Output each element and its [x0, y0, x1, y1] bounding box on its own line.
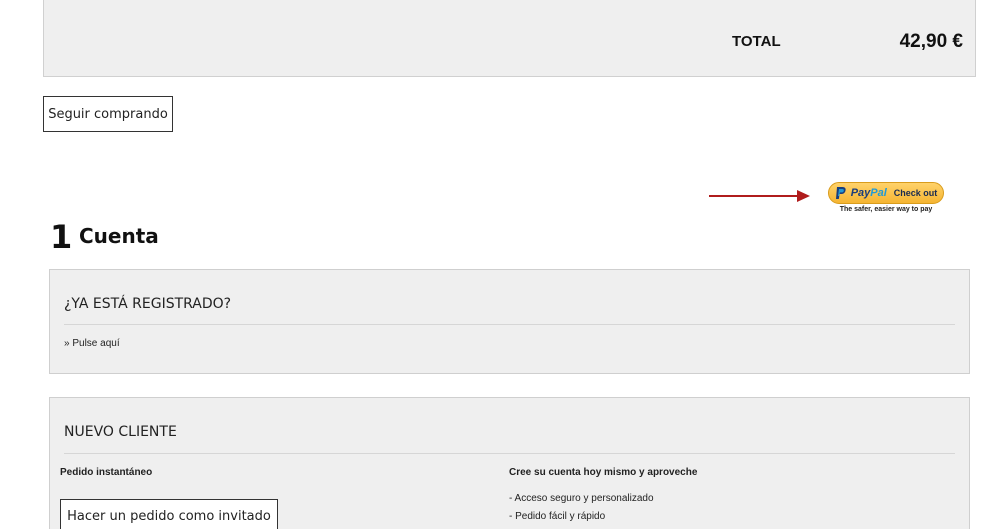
- registered-panel: ¿YA ESTÁ REGISTRADO? » Pulse aquí: [49, 269, 970, 374]
- benefits-list: - Acceso seguro y personalizado - Pedido…: [509, 492, 654, 528]
- instant-order-title: Pedido instantáneo: [60, 467, 153, 478]
- paypal-logo-icon: [835, 186, 846, 199]
- paypal-checkout-label: Check out: [893, 188, 938, 198]
- guest-order-button[interactable]: Hacer un pedido como invitado: [60, 499, 278, 529]
- divider: [64, 324, 955, 325]
- list-item: - Acceso seguro y personalizado: [509, 493, 654, 504]
- create-account-title: Cree su cuenta hoy mismo y aproveche: [509, 467, 698, 478]
- paypal-wordmark: PayPal: [851, 187, 887, 199]
- step-number: 1: [50, 218, 72, 256]
- login-link[interactable]: » Pulse aquí: [64, 338, 120, 349]
- paypal-wordmark-pay: Pay: [850, 187, 871, 199]
- divider: [64, 453, 955, 454]
- total-value: 42,90 €: [899, 31, 963, 52]
- new-customer-panel: NUEVO CLIENTE Pedido instantáneo Cree su…: [49, 397, 970, 529]
- step-title: Cuenta: [79, 224, 159, 248]
- annotation-arrow-icon: [709, 190, 810, 202]
- new-customer-heading: NUEVO CLIENTE: [64, 424, 177, 440]
- paypal-tagline: The safer, easier way to pay: [839, 206, 933, 213]
- paypal-wordmark-pal: Pal: [870, 187, 887, 199]
- list-item: - Pedido fácil y rápido: [509, 511, 606, 522]
- paypal-checkout-button[interactable]: PayPal Check out: [828, 182, 944, 204]
- registered-heading: ¿YA ESTÁ REGISTRADO?: [64, 296, 232, 312]
- total-label: TOTAL: [732, 33, 781, 50]
- cart-total-box: TOTAL 42,90 €: [43, 0, 976, 77]
- continue-shopping-button[interactable]: Seguir comprando: [43, 96, 173, 132]
